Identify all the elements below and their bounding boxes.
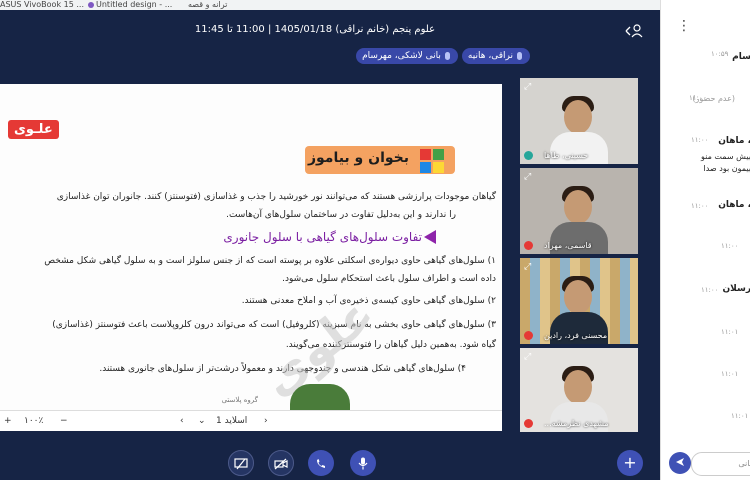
- camera-off-icon: [274, 458, 288, 469]
- mic-on-icon: [524, 151, 533, 160]
- mic-off-icon: [524, 241, 533, 250]
- banner-title: بخوان و بیاموز: [307, 150, 409, 166]
- section-banner: بخوان و بیاموز: [305, 146, 455, 174]
- avatar: [564, 280, 592, 314]
- plant-image: [290, 384, 350, 410]
- mic-button[interactable]: [350, 450, 376, 476]
- participant-name: حسینی، طاها: [544, 151, 589, 160]
- canva-icon: [88, 1, 94, 8]
- video-tile[interactable]: ⤢ محسنی فرد، رادین: [520, 258, 638, 344]
- slide-page-label: اسلاید 1: [216, 416, 248, 426]
- slide-controls: + ۱۰۰٪ − ‹ ⌄ اسلاید 1 ›: [0, 410, 502, 431]
- zoom-in-button[interactable]: +: [4, 414, 12, 428]
- meeting-area: علوم پنجم (خانم نراقی) 1405/01/18 | 11:0…: [0, 10, 660, 480]
- school-logo: علـوی: [8, 120, 59, 139]
- chat-input[interactable]: به همگانی: [691, 452, 750, 476]
- bookmarks-bar: ASUS VivoBook 15 ... Untitled design - .…: [0, 0, 660, 10]
- slide-dropdown-icon[interactable]: ⌄: [198, 414, 206, 428]
- chat-sender: رسلان: [722, 284, 750, 294]
- microphone-icon: [358, 457, 368, 470]
- chat-time: ۱۱:۰۱: [721, 370, 739, 378]
- phone-icon: [317, 458, 325, 468]
- avatar: [564, 100, 592, 134]
- speaking-participants: نراقی، هانیه بانی لاشکی، مهرسام: [356, 48, 530, 64]
- footer-note: گروه پلاستی: [221, 396, 258, 404]
- call-button[interactable]: [308, 450, 334, 476]
- speaking-chip: بانی لاشکی، مهرسام: [356, 48, 458, 64]
- participants-icon[interactable]: [624, 24, 644, 38]
- expand-icon[interactable]: ⤢: [524, 82, 531, 92]
- chat-message-text: (عدم حضور): [692, 94, 735, 103]
- send-button[interactable]: [669, 452, 691, 474]
- point-1a: ۱) سلول‌های گیاهی حاوی دیواره‌ی اسکلتی ع…: [44, 256, 496, 266]
- next-slide-button[interactable]: ›: [264, 414, 268, 428]
- more-actions-button[interactable]: +: [617, 450, 643, 476]
- point-3a: ۳) سلول‌های گیاهی حاوی بخشی به نام سبزین…: [52, 320, 496, 330]
- participant-name: قاسمی، مهراد: [544, 241, 592, 250]
- share-screen-button[interactable]: [228, 450, 254, 476]
- prev-slide-button[interactable]: ‹: [180, 414, 184, 428]
- chat-sender: سام: [732, 52, 750, 62]
- meeting-title: علوم پنجم (خانم نراقی) 1405/01/18 | 11:0…: [194, 24, 436, 35]
- zoom-out-button[interactable]: −: [60, 414, 68, 428]
- arrow-icon: [424, 230, 436, 244]
- participant-name: محسنی فرد، رادین: [544, 331, 608, 340]
- chat-message: سام: [732, 52, 750, 62]
- chat-time: ۱۱:۰۰: [691, 202, 709, 210]
- zoom-level: ۱۰۰٪: [24, 416, 44, 426]
- shared-content: علـوی بخوان و بیاموز گیاهان موجودات پرار…: [0, 84, 502, 431]
- chat-panel: ⋮ سام ۱۰:۵۹ ۱۱:۰۰ (عدم حضور) ۱۱:۰۰ ، ماه…: [660, 0, 750, 480]
- chat-time: ۱۱:۰۰: [691, 136, 709, 144]
- point-2: ۲) سلول‌های گیاهی حاوی کیسه‌ی ذخیره‌ی آب…: [241, 296, 496, 306]
- expand-icon[interactable]: ⤢: [524, 262, 531, 272]
- share-screen-icon: [234, 457, 248, 469]
- chat-message: ، ماهان: [718, 136, 750, 146]
- avatar: [564, 190, 592, 224]
- bookmark-untitled-design[interactable]: Untitled design - ...: [88, 0, 172, 10]
- intro-line-2: را ندارند و این به‌دلیل تفاوت در ساختمان…: [226, 210, 456, 220]
- meeting-topbar: علوم پنجم (خانم نراقی) 1405/01/18 | 11:0…: [0, 10, 660, 54]
- chat-time: ۱۱:۰۱: [721, 328, 739, 336]
- chat-message: ، ماهان: [718, 200, 750, 210]
- chat-message-text: بیمون بود صدا: [703, 164, 750, 173]
- chat-time: ۱۱:۰۱: [731, 412, 749, 420]
- plus-icon: +: [623, 453, 637, 472]
- slide-subheading: تفاوت سلول‌های گیاهی با سلول جانوری: [223, 230, 422, 244]
- mic-off-icon: [524, 419, 533, 428]
- expand-icon[interactable]: ⤢: [524, 172, 531, 182]
- chat-sender: ، ماهان: [718, 136, 750, 146]
- video-tile[interactable]: ⤢ قاسمی، مهراد: [520, 168, 638, 254]
- chat-message-text: بیش سمت منو: [701, 152, 750, 161]
- video-tile[interactable]: ⤢ حسینی، طاها: [520, 78, 638, 164]
- camera-button[interactable]: [268, 450, 294, 476]
- mic-off-icon: [524, 331, 533, 340]
- chat-time: ۱۰:۵۹: [711, 50, 729, 58]
- chat-sender: ، ماهان: [718, 200, 750, 210]
- presentation-slide: علـوی بخوان و بیاموز گیاهان موجودات پرار…: [0, 84, 502, 410]
- avatar: [564, 370, 592, 404]
- mic-icon: [517, 51, 522, 60]
- chat-time: ۱۱:۰۰: [721, 242, 739, 250]
- meeting-controls: +: [0, 444, 660, 480]
- more-options-icon[interactable]: ⋮: [677, 18, 691, 34]
- intro-line-1: گیاهان موجودات پرارزشی هستند که می‌توانن…: [56, 192, 496, 202]
- speaking-chip: نراقی، هانیه: [461, 48, 530, 64]
- chat-time: ۱۱:۰۰: [701, 286, 719, 294]
- chat-message: رسلان: [722, 284, 750, 294]
- expand-icon[interactable]: ⤢: [524, 352, 531, 362]
- point-1b: داده است و اطراف سلول باعث استحکام سلول …: [282, 274, 496, 284]
- mic-icon: [444, 51, 450, 60]
- video-tile[interactable]: ⤢ مشهدی نظرمشه...: [520, 348, 638, 432]
- send-icon: [676, 458, 684, 466]
- participant-name: مشهدی نظرمشه...: [544, 419, 609, 428]
- puzzle-icon: [420, 149, 444, 173]
